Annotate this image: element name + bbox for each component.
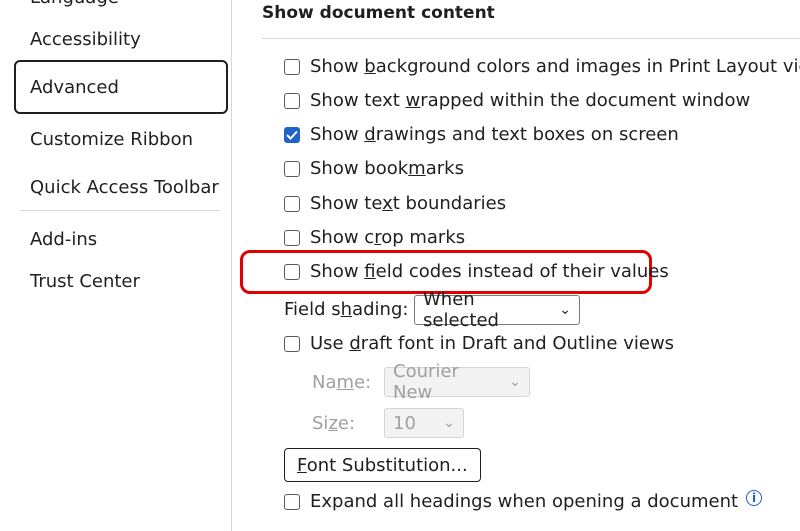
option-label: Show background colors and images in Pri…	[310, 56, 800, 77]
option-draft-font[interactable]: Use draft font in Draft and Outline view…	[284, 333, 674, 354]
option-label: Show drawings and text boxes on screen	[310, 124, 679, 145]
checkbox[interactable]	[284, 195, 300, 212]
option-text-wrapped[interactable]: Show text wrapped within the document wi…	[284, 90, 750, 111]
options-sidebar: Language Accessibility Advanced Customiz…	[0, 0, 232, 531]
option-text-boundaries[interactable]: Show text boundaries	[284, 193, 506, 214]
option-drawings-text-boxes[interactable]: Show drawings and text boxes on screen	[284, 124, 679, 145]
checkbox[interactable]	[284, 493, 300, 510]
section-divider	[262, 38, 800, 39]
options-main-panel: Show document content Show background co…	[232, 0, 800, 531]
checkbox-checked[interactable]	[284, 126, 300, 143]
field-shading-dropdown[interactable]: When selected ⌄	[414, 289, 580, 331]
dropdown-value: When selected	[423, 289, 499, 331]
nav-item-label: Trust Center	[30, 270, 140, 292]
section-title: Show document content	[262, 3, 495, 23]
nav-item-quick-access-toolbar[interactable]: Quick Access Toolbar	[14, 160, 228, 214]
checkbox[interactable]	[284, 58, 300, 75]
font-size-dropdown[interactable]: 10 ⌄	[384, 408, 464, 438]
option-expand-headings[interactable]: Expand all headings when opening a docum…	[284, 489, 763, 512]
nav-item-customize-ribbon[interactable]: Customize Ribbon	[14, 112, 228, 166]
dropdown-value: 10	[393, 412, 416, 434]
chevron-down-icon: ⌄	[509, 374, 521, 390]
field-shading-label: Field shading:	[284, 299, 409, 320]
button-label: Font Substitution...	[297, 454, 468, 476]
nav-item-accessibility[interactable]: Accessibility	[14, 12, 228, 66]
option-label: Show text wrapped within the document wi…	[310, 90, 751, 111]
nav-item-label: Add-ins	[30, 228, 98, 250]
name-label: Name:	[312, 372, 372, 393]
nav-item-trust-center[interactable]: Trust Center	[14, 254, 228, 308]
nav-item-language[interactable]: Language	[14, 0, 228, 8]
option-background-colors[interactable]: Show background colors and images in Pri…	[284, 56, 800, 77]
checkbox[interactable]	[284, 92, 300, 109]
size-label: Size:	[312, 413, 356, 434]
info-icon[interactable]: i	[746, 489, 763, 506]
option-field-codes[interactable]: Show field codes instead of their values	[284, 261, 669, 282]
nav-item-label: Advanced	[30, 76, 119, 98]
font-name-dropdown[interactable]: Courier New ⌄	[384, 361, 530, 403]
option-label: Use draft font in Draft and Outline view…	[310, 333, 675, 354]
nav-item-label: Accessibility	[30, 28, 141, 50]
dropdown-value: Courier New	[393, 361, 459, 403]
checkbox[interactable]	[284, 229, 300, 246]
checkbox[interactable]	[284, 160, 300, 177]
option-crop-marks[interactable]: Show crop marks	[284, 227, 465, 248]
option-label: Show crop marks	[310, 227, 466, 248]
option-label: Expand all headings when opening a docum…	[310, 491, 739, 512]
option-bookmarks[interactable]: Show bookmarks	[284, 158, 464, 179]
nav-item-label: Quick Access Toolbar	[30, 176, 219, 198]
chevron-down-icon: ⌄	[559, 302, 571, 318]
nav-item-label: Language	[30, 0, 119, 8]
font-substitution-button[interactable]: Font Substitution...	[284, 448, 481, 482]
nav-item-advanced[interactable]: Advanced	[14, 60, 228, 114]
chevron-down-icon: ⌄	[443, 415, 455, 431]
checkbox[interactable]	[284, 263, 300, 280]
option-label: Show bookmarks	[310, 158, 464, 179]
nav-divider	[20, 210, 220, 211]
checkbox[interactable]	[284, 335, 300, 352]
option-label: Show text boundaries	[310, 193, 507, 214]
option-label: Show field codes instead of their values	[310, 261, 669, 282]
nav-item-label: Customize Ribbon	[30, 128, 193, 150]
